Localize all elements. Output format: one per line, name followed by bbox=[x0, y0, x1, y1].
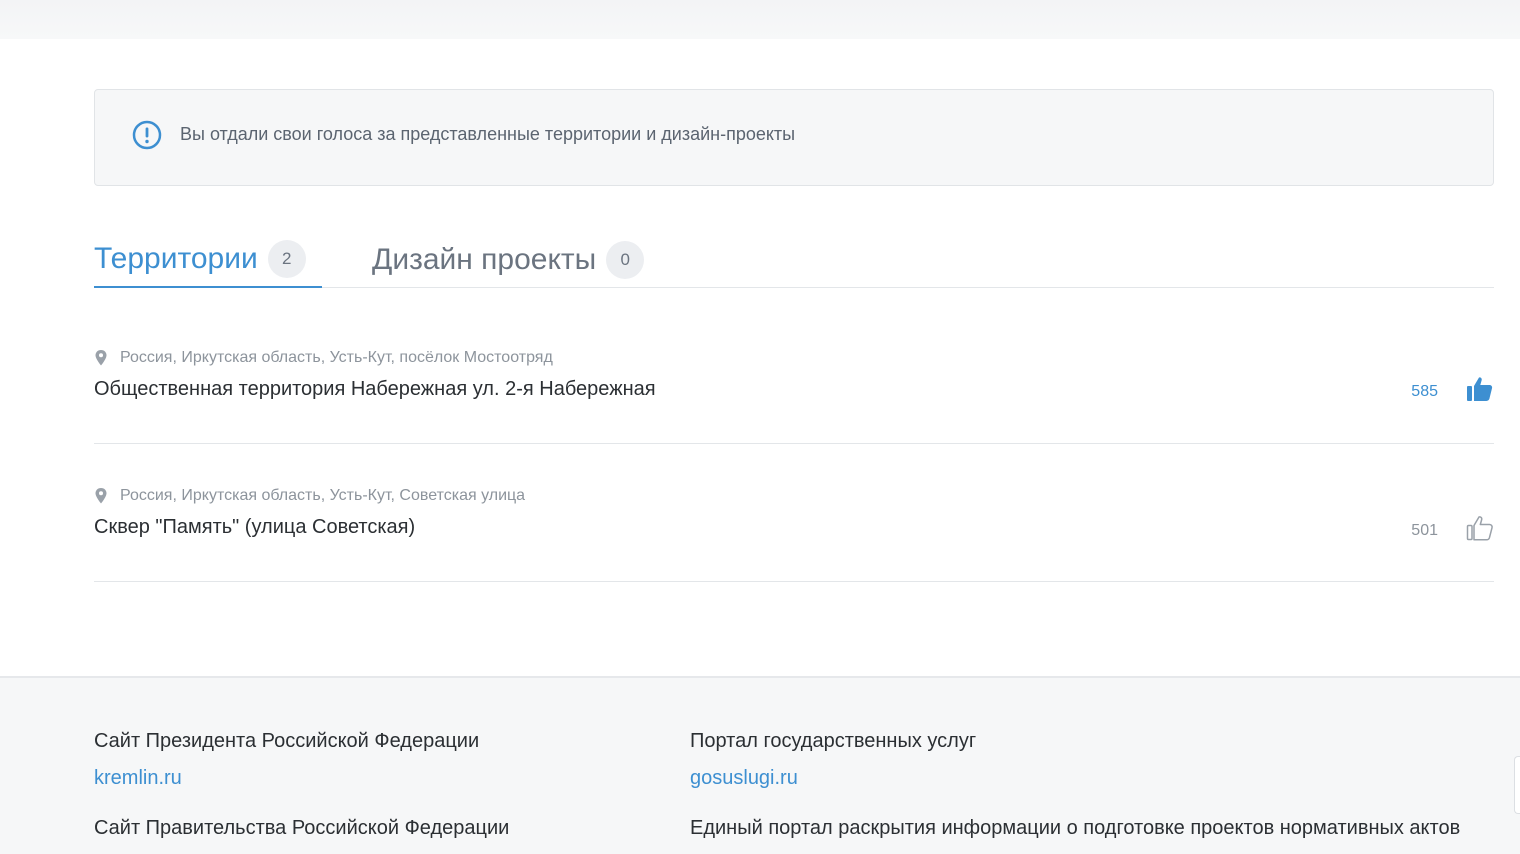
footer-link-block: Портал государственных услуг gosuslugi.r… bbox=[690, 730, 976, 790]
top-header-bar bbox=[0, 0, 1520, 39]
tab-territories[interactable]: Территории 2 bbox=[94, 232, 322, 288]
footer-link-block: Сайт Правительства Российской Федерации bbox=[94, 817, 509, 840]
map-pin-icon bbox=[95, 350, 107, 366]
tab-design-projects-label: Дизайн проекты bbox=[372, 243, 597, 276]
item-address-text: Россия, Иркутская область, Усть-Кут, пос… bbox=[120, 349, 553, 366]
item-address-text: Россия, Иркутская область, Усть-Кут, Сов… bbox=[120, 487, 526, 504]
tab-territories-count-badge: 2 bbox=[267, 240, 306, 278]
item-title[interactable]: Общественная территория Набережная ул. 2… bbox=[94, 378, 656, 401]
item-address: Россия, Иркутская область, Усть-Кут, пос… bbox=[94, 348, 553, 368]
thumbs-up-outline-icon[interactable] bbox=[1466, 514, 1494, 542]
footer-link-block: Единый портал раскрытия информации о под… bbox=[690, 817, 1460, 840]
side-widget-tab[interactable] bbox=[1514, 756, 1520, 814]
footer: Сайт Президента Российской Федерации kre… bbox=[0, 676, 1520, 854]
territory-list-item[interactable]: Россия, Иркутская область, Усть-Кут, Сов… bbox=[94, 444, 1494, 582]
vote-count: 585 bbox=[1411, 383, 1438, 400]
item-title[interactable]: Сквер "Память" (улица Советская) bbox=[94, 516, 415, 539]
territory-list-item[interactable]: Россия, Иркутская область, Усть-Кут, пос… bbox=[94, 306, 1494, 444]
footer-link-kremlin[interactable]: kremlin.ru bbox=[94, 767, 479, 790]
thumbs-up-filled-icon[interactable] bbox=[1466, 375, 1494, 403]
footer-title[interactable]: Сайт Правительства Российской Федерации bbox=[94, 817, 509, 840]
tab-territories-label: Территории bbox=[94, 242, 258, 275]
footer-title[interactable]: Единый портал раскрытия информации о под… bbox=[690, 817, 1460, 840]
footer-link-gosuslugi[interactable]: gosuslugi.ru bbox=[690, 767, 976, 790]
vote-count: 501 bbox=[1411, 522, 1438, 539]
map-pin-icon bbox=[95, 488, 107, 504]
info-circle-icon bbox=[132, 120, 162, 150]
footer-title: Портал государственных услуг bbox=[690, 730, 977, 752]
vote-notice: Вы отдали свои голоса за представленные … bbox=[94, 89, 1494, 186]
item-address: Россия, Иркутская область, Усть-Кут, Сов… bbox=[94, 486, 525, 506]
notice-text: Вы отдали свои голоса за представленные … bbox=[180, 124, 796, 144]
tab-design-projects[interactable]: Дизайн проекты 0 bbox=[372, 232, 662, 288]
tabs-bar: Территории 2 Дизайн проекты 0 bbox=[94, 232, 1494, 288]
footer-title: Сайт Президента Российской Федерации bbox=[94, 730, 480, 752]
footer-link-block: Сайт Президента Российской Федерации kre… bbox=[94, 730, 479, 790]
tab-design-projects-count-badge: 0 bbox=[606, 241, 645, 279]
